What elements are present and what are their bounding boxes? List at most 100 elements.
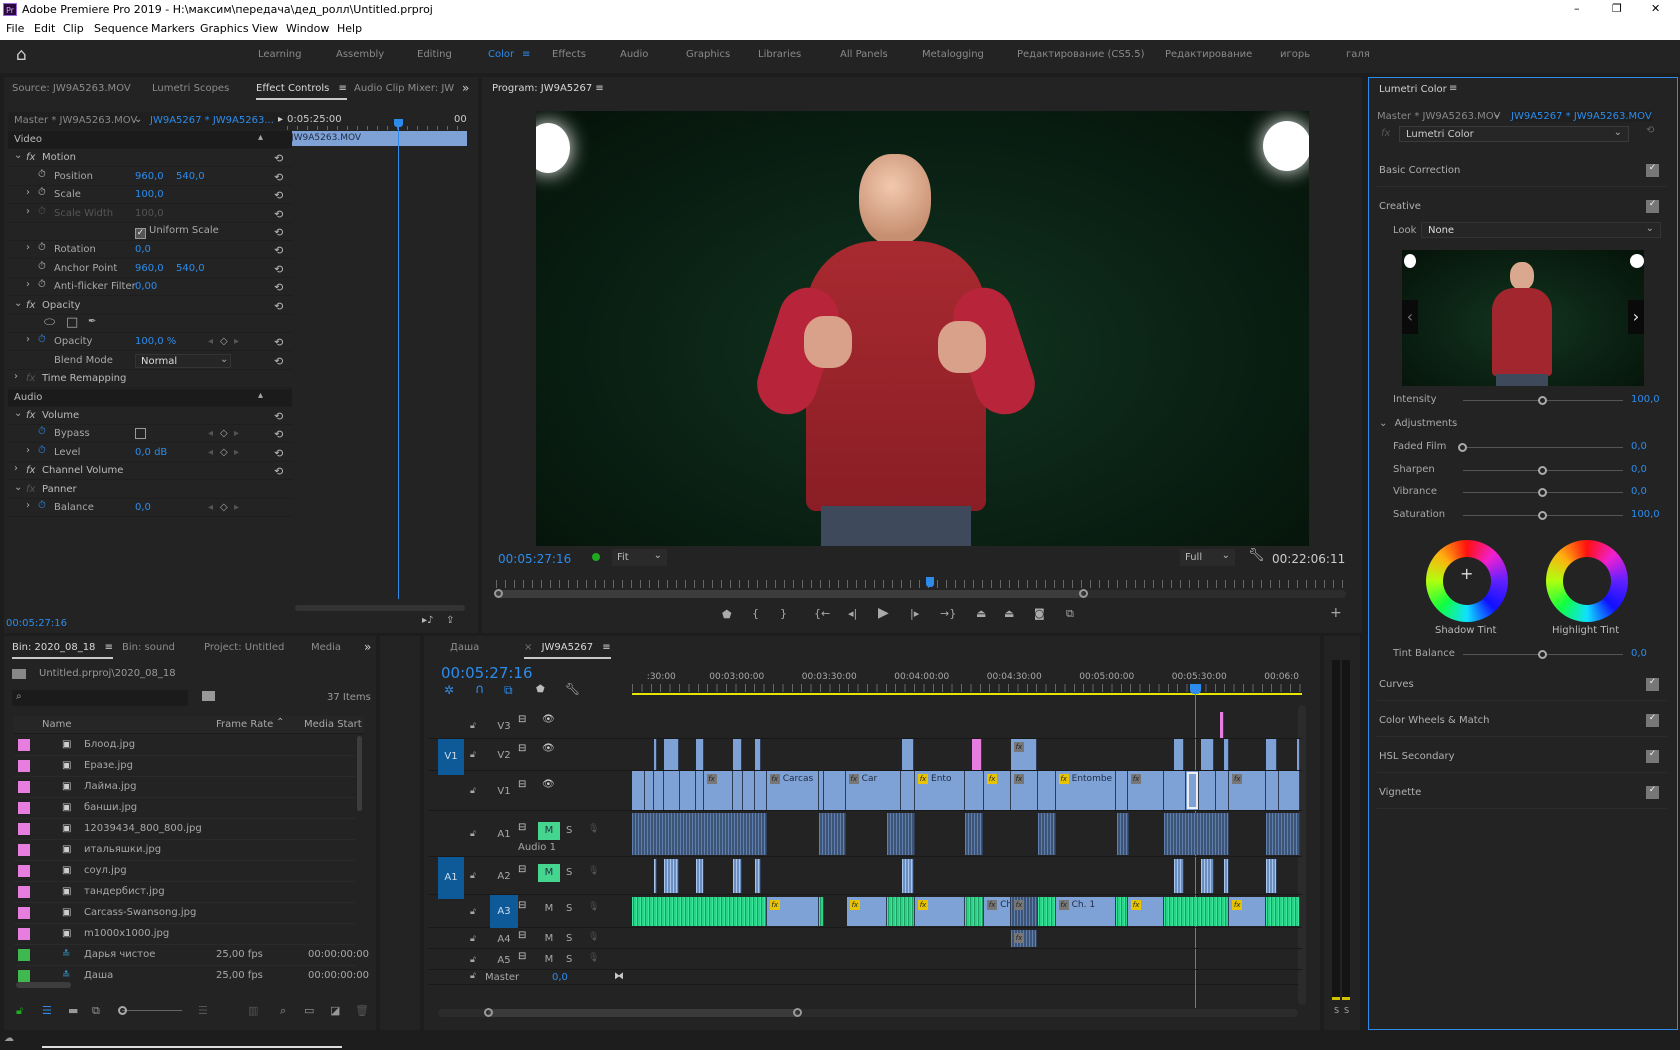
timeline-settings-wrench-icon[interactable]: 🔧︎ (565, 682, 580, 696)
workspace-tab-3[interactable]: Color (488, 49, 514, 60)
toggle-sync-lock-icon[interactable]: ⊟ (518, 900, 526, 911)
project-item[interactable]: ▣ Carcass-Swansong.jpg (14, 903, 356, 924)
tint-balance-slider[interactable] (1463, 650, 1623, 659)
clip[interactable] (1278, 771, 1300, 810)
reset-icon[interactable]: ⟲ (274, 152, 283, 165)
column-frame-rate[interactable]: Frame Rate (216, 719, 273, 730)
label-color-swatch[interactable] (18, 928, 30, 940)
list-view-icon[interactable]: ☰ (42, 1004, 52, 1017)
new-item-icon[interactable]: ◪ (330, 1004, 340, 1017)
clip[interactable] (901, 739, 915, 770)
mute-button[interactable]: M (538, 900, 560, 918)
project-item[interactable]: ▣ тандербист.jpg (14, 882, 356, 903)
ec-row-opacity[interactable]: ⌄ fx Opacity ⟲ (8, 297, 292, 315)
enable-checkbox[interactable]: ✓ (1646, 714, 1659, 727)
ec-clip-bar[interactable]: JW9A5263.MOV (287, 131, 467, 146)
close-tab-icon[interactable]: × (524, 642, 536, 653)
slider-value[interactable]: 100,0 (1631, 509, 1660, 520)
track-target-A2[interactable]: A2 (490, 871, 518, 883)
export-icon[interactable]: ⇪ (446, 615, 454, 626)
slider-knob[interactable] (1538, 465, 1547, 475)
freeform-view-icon[interactable]: ⧉ (92, 1004, 100, 1018)
slider-knob[interactable] (1458, 443, 1467, 452)
fx-icon[interactable]: fx (26, 465, 35, 476)
menu-file[interactable]: File (6, 22, 24, 35)
ec-row-opacity[interactable]: › ⏱︎ Opacity 100,0 % ◂ ◇ ▸ ⟲ (8, 333, 292, 352)
workspace-tab-2[interactable]: Editing (417, 49, 452, 60)
slider-value[interactable]: 0,0 (1631, 464, 1647, 475)
reset-icon[interactable]: ⟲ (274, 226, 283, 239)
lock-icon[interactable]: 🔓︎ (470, 750, 476, 760)
param-value[interactable]: 0,0 dB (135, 447, 167, 458)
chevron-down-icon[interactable]: ⌄ (14, 408, 22, 419)
track-target-A1[interactable]: A1 (490, 829, 518, 841)
chevron-right-icon[interactable]: › (26, 242, 30, 253)
chevron-right-icon[interactable]: › (14, 463, 18, 474)
workspace-tab-12[interactable]: игорь (1280, 49, 1310, 60)
slider-knob[interactable] (1538, 650, 1547, 659)
clip[interactable]: fx (1010, 739, 1038, 770)
clip[interactable] (1115, 771, 1129, 810)
stopwatch-icon[interactable]: ⏱︎ (38, 279, 46, 290)
stopwatch-icon[interactable]: ⏱︎ (38, 187, 46, 198)
clip[interactable] (732, 859, 742, 893)
project-item[interactable]: ▣ соул.jpg (14, 861, 356, 882)
clip[interactable]: fx (703, 771, 733, 810)
enable-checkbox[interactable]: ✓ (1646, 678, 1659, 691)
linked-selection-icon[interactable]: ⧉ (504, 683, 513, 698)
collapse-up-icon[interactable]: ▴ (258, 390, 263, 401)
stopwatch-icon[interactable]: ⏱︎ (38, 261, 46, 272)
clip[interactable]: fxCh. 1 (1055, 897, 1116, 926)
adjustment-slider-3[interactable] (1463, 510, 1623, 520)
clip[interactable] (1265, 897, 1300, 926)
panel-menu-icon[interactable]: ≡ (1449, 83, 1457, 94)
clip[interactable] (632, 897, 767, 926)
clip[interactable] (1265, 739, 1278, 770)
program-playhead[interactable] (925, 577, 934, 587)
timeline-playhead-handle[interactable] (1189, 684, 1201, 694)
clip[interactable] (900, 771, 916, 810)
workspace-tab-11[interactable]: Редактирование (1165, 49, 1252, 60)
clip[interactable] (1186, 771, 1200, 810)
master-volume[interactable]: 0,0 (552, 972, 568, 983)
mute-button[interactable]: M (538, 822, 560, 840)
stopwatch-icon[interactable]: ⏱︎ (38, 169, 46, 180)
clip[interactable] (964, 771, 985, 810)
clip[interactable]: fx Ento (915, 771, 965, 810)
workspace-tab-4[interactable]: Effects (552, 49, 586, 60)
param-value[interactable]: 960,0 (135, 263, 164, 274)
clip[interactable] (1215, 771, 1230, 810)
project-item[interactable]: ≛ Дарья чистое 25,00 fps 00:00:00:00 (14, 945, 369, 966)
label-color-swatch[interactable] (18, 844, 30, 856)
panel-tab-1[interactable]: Lumetri Scopes (152, 83, 229, 94)
clip[interactable] (1163, 771, 1187, 810)
column-media-start[interactable]: Media Start (304, 719, 362, 730)
toggle-sync-lock-icon[interactable]: ⊟ (518, 864, 526, 875)
clip[interactable] (972, 739, 983, 770)
zoom-slider[interactable] (118, 1006, 182, 1015)
menu-markers[interactable]: Markers (151, 22, 195, 35)
track-target-A5[interactable]: A5 (490, 955, 518, 967)
chevron-down-icon[interactable]: ⌄ (14, 150, 22, 161)
eye-icon[interactable]: 👁︎ (542, 714, 555, 725)
param-value[interactable]: 0,0 (135, 502, 151, 513)
menu-edit[interactable]: Edit (34, 22, 55, 35)
solo-button[interactable]: S (566, 867, 572, 878)
microphone-icon[interactable]: 🎙︎ (588, 824, 599, 834)
ec-row-level[interactable]: › ⏱︎ Level 0,0 dB ◂ ◇ ▸ ⟲ (8, 444, 292, 462)
reset-icon[interactable]: ⟲ (274, 410, 283, 423)
clip[interactable] (1223, 739, 1230, 770)
previous-keyframe-icon[interactable]: ◂ (208, 428, 213, 439)
lock-icon[interactable]: 🔓︎ (470, 971, 476, 981)
stopwatch-icon[interactable]: ⏱︎ (38, 445, 46, 456)
track-target-V1[interactable]: V1 (490, 786, 518, 798)
minimize-button[interactable]: – (1574, 2, 1580, 15)
microphone-icon[interactable]: 🎙︎ (588, 866, 599, 876)
reset-icon[interactable]: ⟲ (274, 171, 283, 184)
next-keyframe-icon[interactable]: ▸ (234, 336, 239, 347)
next-look-arrow[interactable]: › (1628, 300, 1644, 334)
clip[interactable] (1163, 813, 1230, 855)
section-basic-correction[interactable]: Basic Correction ✓ (1377, 153, 1667, 187)
more-panels-icon[interactable]: » (364, 640, 371, 654)
work-area-bar[interactable] (632, 693, 1302, 695)
